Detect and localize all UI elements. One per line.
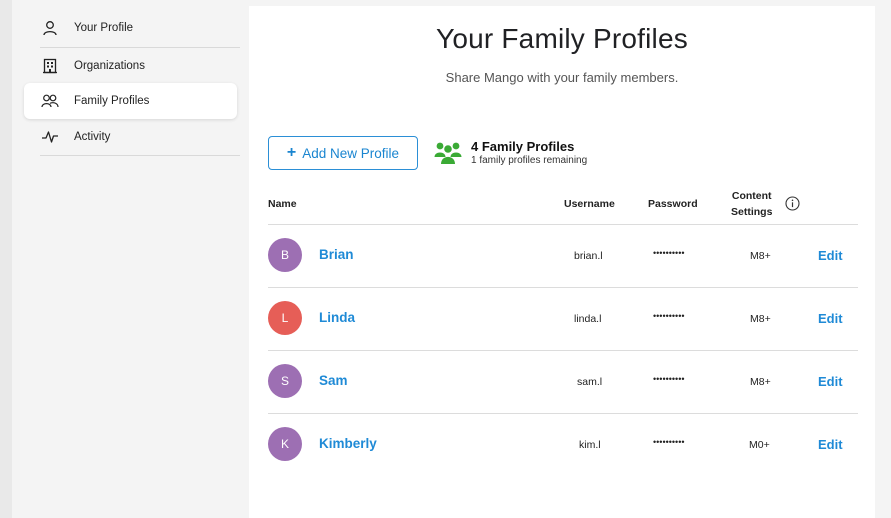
avatar: B (268, 238, 302, 272)
profile-count-subtitle: 1 family profiles remaining (471, 155, 588, 166)
username-cell: sam.l (577, 376, 603, 388)
password-cell: •••••••••• (653, 374, 685, 384)
profile-count-title: 4 Family Profiles (471, 139, 575, 154)
content-setting-cell: M8+ (750, 376, 771, 388)
page-subtitle: Share Mango with your family members. (445, 70, 679, 85)
avatar-initial: S (280, 374, 289, 388)
edit-button[interactable]: Edit (818, 311, 843, 326)
sidebar-item-label: Your Profile (74, 22, 134, 34)
sidebar-item-activity[interactable]: Activity (24, 119, 237, 155)
row-divider (268, 413, 858, 414)
username-cell: kim.l (579, 439, 601, 451)
profile-name-link[interactable]: Brian (319, 247, 354, 262)
avatar: L (268, 301, 302, 335)
plus-icon: + (286, 144, 297, 161)
avatar: S (268, 364, 302, 398)
page-title: Your Family Profiles (436, 23, 688, 54)
header-content-settings: Content Settings (731, 188, 772, 220)
sidebar-item-label: Activity (74, 131, 111, 143)
edit-button[interactable]: Edit (818, 248, 843, 263)
password-cell: •••••••••• (653, 311, 685, 321)
header-content-line2: Settings (731, 206, 773, 218)
content-setting-cell: M8+ (750, 250, 771, 262)
username-cell: brian.l (574, 250, 603, 262)
sidebar-item-your-profile[interactable]: Your Profile (24, 10, 237, 46)
people-icon (40, 93, 60, 109)
divider (40, 155, 240, 156)
edit-button[interactable]: Edit (818, 437, 843, 452)
content-setting-cell: M8+ (750, 313, 771, 325)
row-divider (268, 287, 858, 288)
password-cell: •••••••••• (653, 248, 685, 258)
edit-button[interactable]: Edit (818, 374, 843, 389)
sidebar: Your Profile Organizations Family Profil… (12, 8, 240, 518)
header-password: Password (648, 198, 698, 210)
avatar-initial: K (280, 437, 289, 451)
family-group-icon (434, 141, 462, 165)
row-divider (268, 224, 858, 225)
header-name: Name (268, 198, 297, 210)
profile-name-link[interactable]: Sam (319, 373, 348, 388)
avatar-initial: L (281, 311, 289, 325)
username-cell: linda.l (574, 313, 602, 325)
sidebar-item-family-profiles[interactable]: Family Profiles (24, 83, 237, 119)
sidebar-item-label: Family Profiles (74, 95, 150, 107)
header-username: Username (564, 198, 615, 210)
avatar: K (268, 427, 302, 461)
person-icon (40, 20, 60, 36)
info-icon[interactable] (785, 196, 800, 216)
avatar-initial: B (280, 248, 289, 262)
building-icon (40, 58, 60, 74)
sidebar-item-label: Organizations (74, 60, 145, 72)
add-new-profile-button[interactable]: + Add New Profile (268, 136, 418, 170)
activity-icon (40, 129, 60, 145)
profile-name-link[interactable]: Linda (319, 310, 355, 325)
sidebar-item-organizations[interactable]: Organizations (24, 48, 237, 84)
profile-count: 4 Family Profiles 1 family profiles rema… (434, 139, 587, 167)
content-setting-cell: M0+ (749, 439, 770, 451)
password-cell: •••••••••• (653, 437, 685, 447)
main-panel: Your Family Profiles Share Mango with yo… (249, 6, 875, 518)
add-new-profile-label: Add New Profile (302, 145, 400, 161)
profile-name-link[interactable]: Kimberly (319, 436, 377, 451)
row-divider (268, 350, 858, 351)
header-content-line1: Content (731, 190, 772, 202)
